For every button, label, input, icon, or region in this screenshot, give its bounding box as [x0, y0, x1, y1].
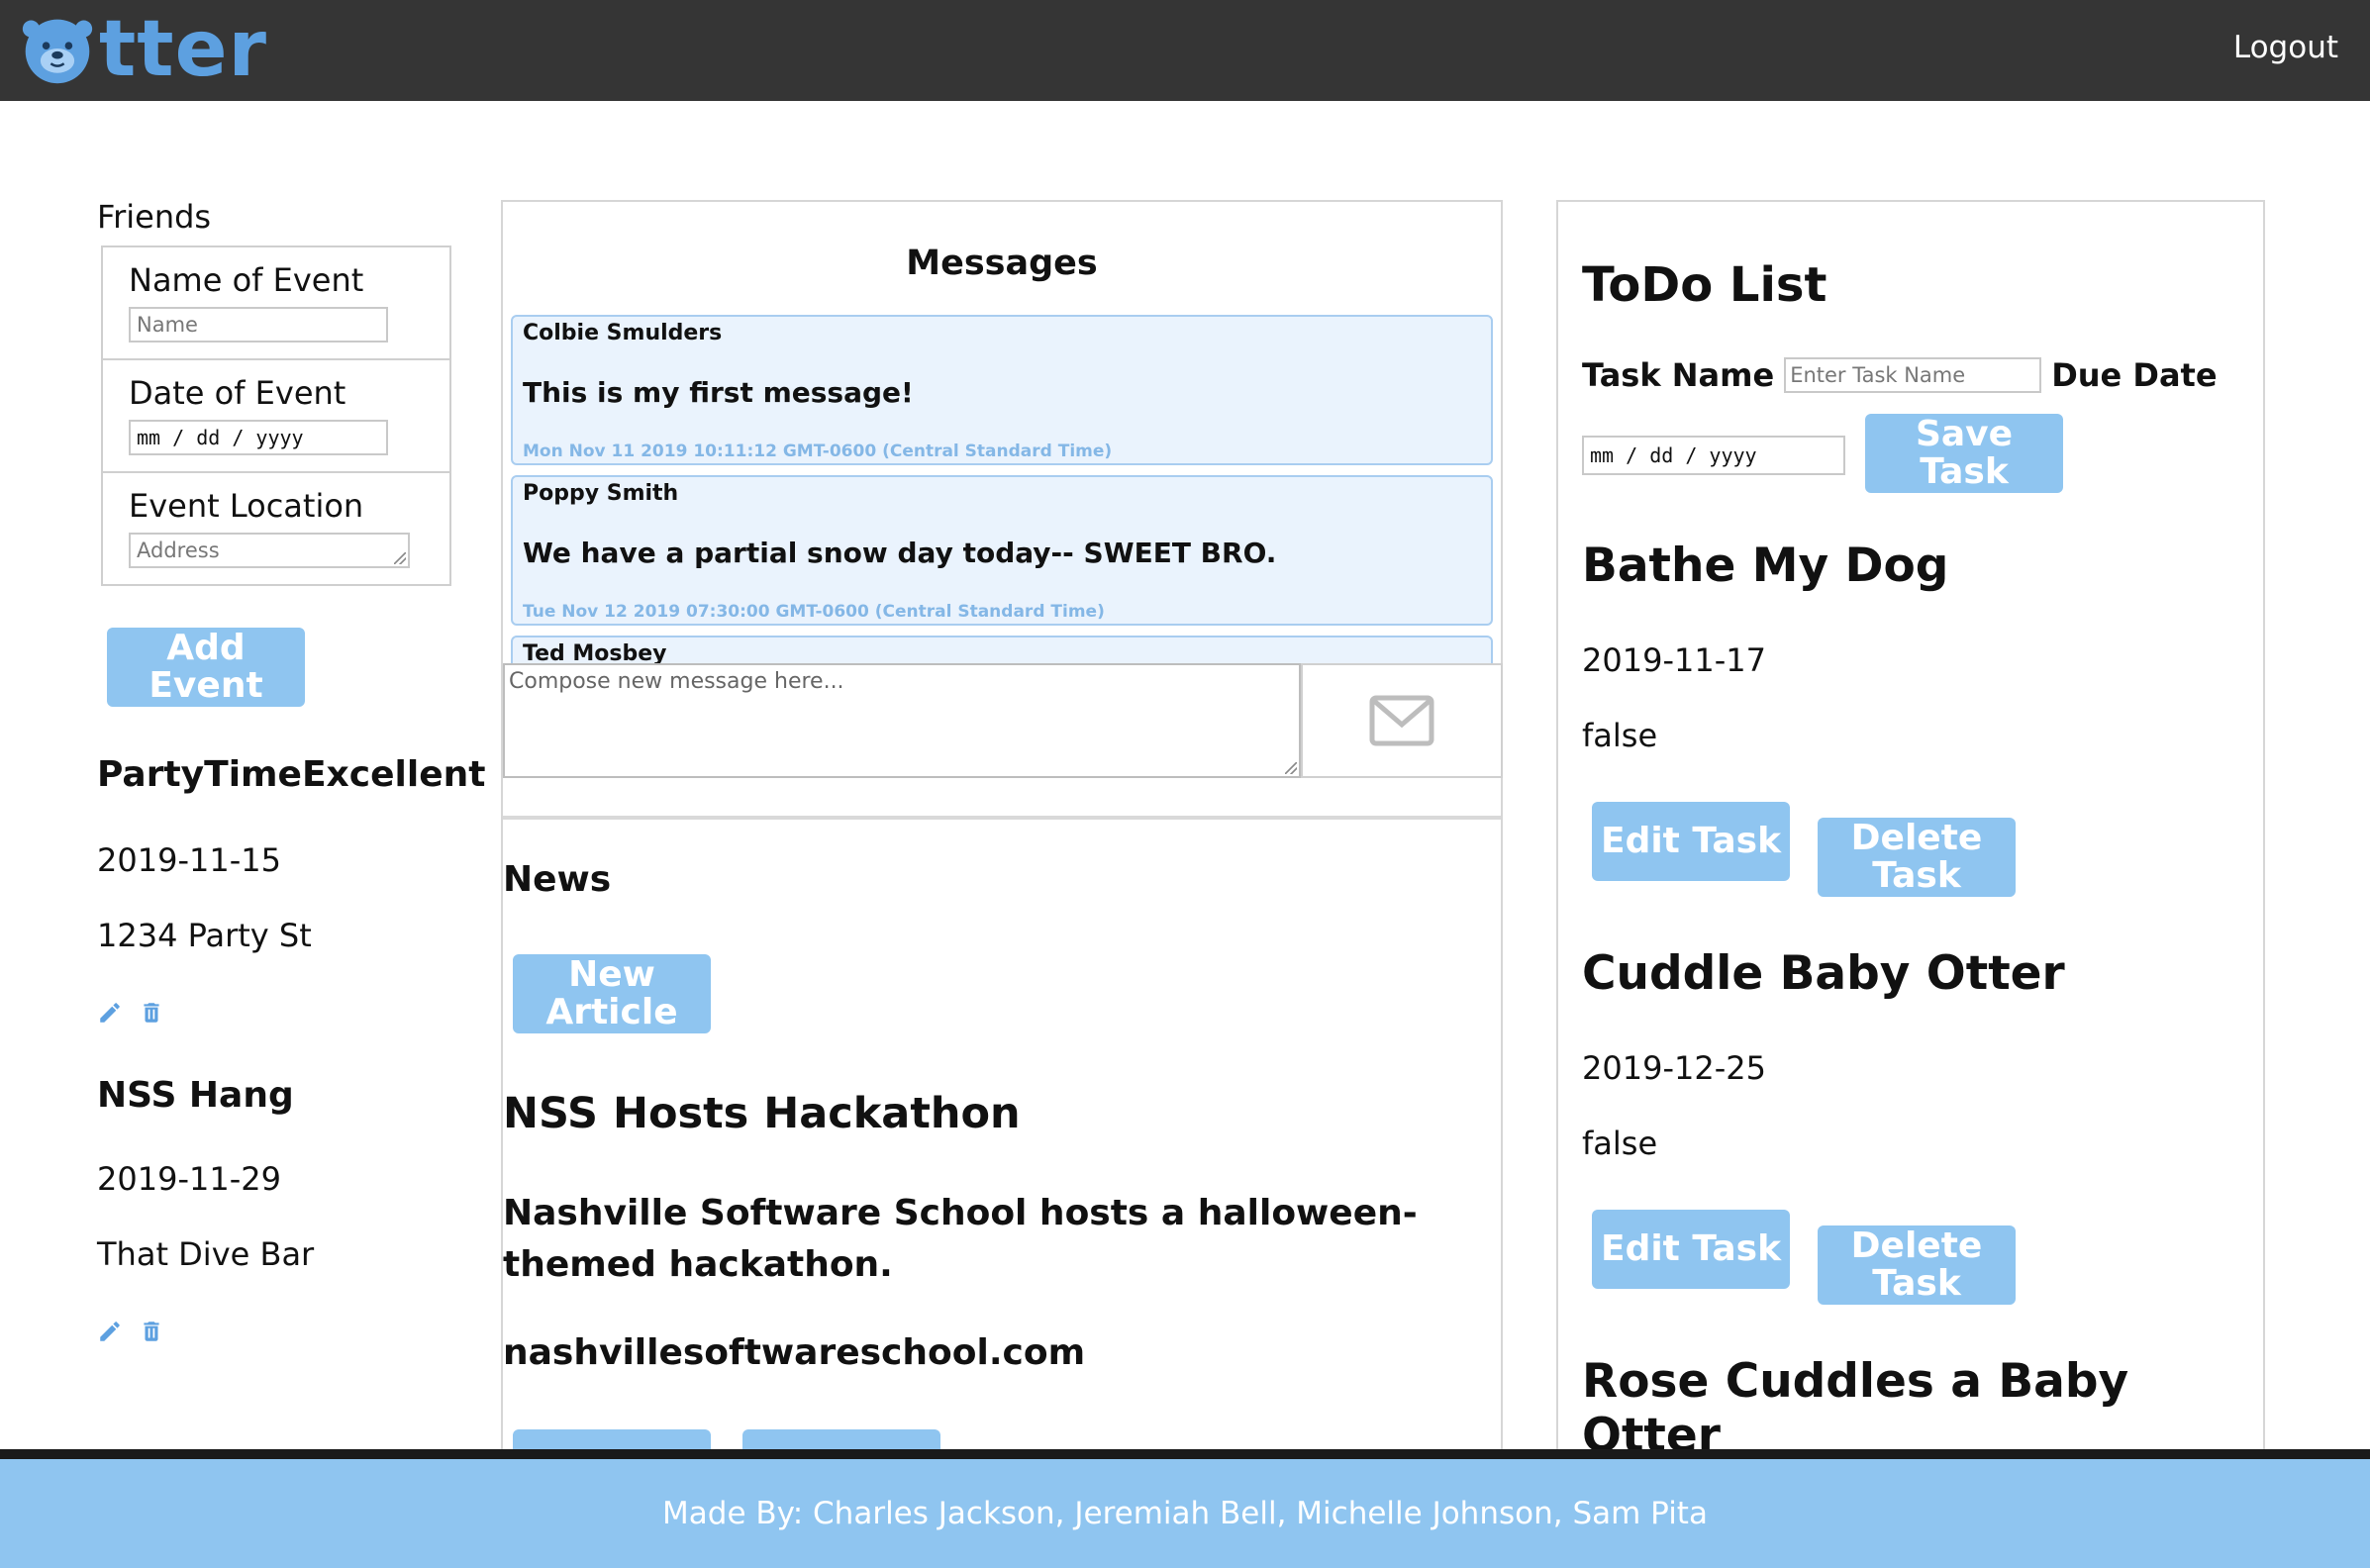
event-date: 2019-11-29 [97, 1160, 281, 1198]
otter-face-icon [22, 19, 93, 84]
resize-grip-icon[interactable] [394, 552, 406, 564]
section-divider [503, 816, 1501, 820]
event-date-group: Date of Event mm / dd / yyyy [101, 360, 451, 473]
task-title: Cuddle Baby Otter [1582, 946, 2065, 1001]
event-name-group: Name of Event Name [101, 245, 451, 360]
message-author: Colbie Smulders [523, 321, 723, 345]
envelope-icon [1369, 695, 1434, 746]
event-actions [97, 1000, 164, 1026]
message-timestamp: Tue Nov 12 2019 07:30:00 GMT-0600 (Centr… [523, 602, 1105, 622]
send-message-button[interactable] [1301, 663, 1503, 778]
due-date-label: Due Date [2051, 356, 2218, 394]
events-column: Friends Name of Event Name Date of Event… [97, 198, 485, 1341]
resize-grip-icon[interactable] [1285, 762, 1297, 774]
footer-border [0, 1449, 2370, 1459]
todo-column: ToDo List Task Name Enter Task Name Due … [1556, 200, 2265, 1463]
delete-task-button[interactable]: Delete Task [1818, 1225, 2016, 1305]
add-event-button[interactable]: Add Event [107, 628, 305, 707]
article-url[interactable]: nashvillesoftwareschool.com [503, 1332, 1085, 1373]
logo-text: tter [99, 5, 267, 94]
event-title: PartyTimeExcellent [97, 754, 486, 795]
event-location-input[interactable]: Address [129, 533, 410, 568]
event-date-label: Date of Event [129, 374, 346, 412]
event-location: 1234 Party St [97, 917, 312, 954]
event-date: 2019-11-15 [97, 841, 281, 879]
todo-title: ToDo List [1582, 257, 1827, 313]
trash-icon[interactable] [139, 1319, 164, 1344]
message-card: Poppy Smith We have a partial snow day t… [511, 475, 1493, 626]
due-date-input[interactable]: mm / dd / yyyy [1582, 436, 1845, 475]
pencil-icon[interactable] [97, 1000, 123, 1026]
task-complete-status: false [1582, 717, 1658, 754]
friends-label: Friends [97, 198, 212, 236]
task-title: Bathe My Dog [1582, 539, 1949, 593]
message-card: Ted Mosbey [511, 636, 1493, 663]
delete-task-button[interactable]: Delete Task [1818, 818, 2016, 897]
message-timestamp: Mon Nov 11 2019 10:11:12 GMT-0600 (Centr… [523, 441, 1113, 461]
event-date-input[interactable]: mm / dd / yyyy [129, 420, 388, 455]
compose-placeholder: Compose new message here... [509, 669, 844, 694]
task-name-label: Task Name [1582, 356, 1775, 394]
message-text: This is my first message! [523, 376, 914, 409]
article-title: NSS Hosts Hackathon [503, 1089, 1021, 1138]
top-navbar: tter Logout [0, 0, 2370, 101]
pencil-icon[interactable] [97, 1319, 123, 1344]
compose-message-input[interactable]: Compose new message here... [503, 663, 1301, 778]
news-title: News [503, 859, 612, 900]
trash-icon[interactable] [139, 1000, 164, 1026]
message-author: Poppy Smith [523, 481, 679, 506]
event-title: NSS Hang [97, 1075, 294, 1116]
task-form-row: Task Name Enter Task Name Due Date [1582, 356, 2218, 394]
edit-task-button[interactable]: Edit Task [1592, 802, 1790, 881]
footer-credits: Made By: Charles Jackson, Jeremiah Bell,… [662, 1496, 1708, 1531]
event-actions [97, 1319, 164, 1344]
message-card: Colbie Smulders This is my first message… [511, 315, 1493, 465]
messages-title: Messages [906, 244, 1098, 283]
event-location-label: Event Location [129, 487, 364, 525]
event-name-label: Name of Event [129, 261, 364, 299]
message-text: We have a partial snow day today-- SWEET… [523, 537, 1277, 569]
edit-task-button[interactable]: Edit Task [1592, 1210, 1790, 1289]
save-task-button[interactable]: Save Task [1865, 414, 2063, 493]
messages-list[interactable]: Colbie Smulders This is my first message… [511, 315, 1497, 663]
event-location: That Dive Bar [97, 1235, 315, 1273]
event-location-placeholder: Address [137, 539, 220, 562]
task-name-input[interactable]: Enter Task Name [1784, 357, 2042, 393]
task-complete-status: false [1582, 1125, 1658, 1162]
new-article-button[interactable]: New Article [513, 954, 711, 1033]
task-title: Rose Cuddles a Baby Otter [1582, 1354, 2129, 1463]
task-due-date: 2019-11-17 [1582, 641, 1766, 679]
event-name-input[interactable]: Name [129, 307, 388, 343]
article-synopsis: Nashville Software School hosts a hallow… [503, 1193, 1418, 1285]
logout-link[interactable]: Logout [2233, 30, 2338, 65]
event-location-group: Event Location Address [101, 473, 451, 586]
center-column: Messages Colbie Smulders This is my firs… [501, 200, 1503, 1509]
message-author: Ted Mosbey [523, 641, 667, 663]
footer: Made By: Charles Jackson, Jeremiah Bell,… [0, 1459, 2370, 1568]
task-due-date: 2019-12-25 [1582, 1049, 1766, 1087]
